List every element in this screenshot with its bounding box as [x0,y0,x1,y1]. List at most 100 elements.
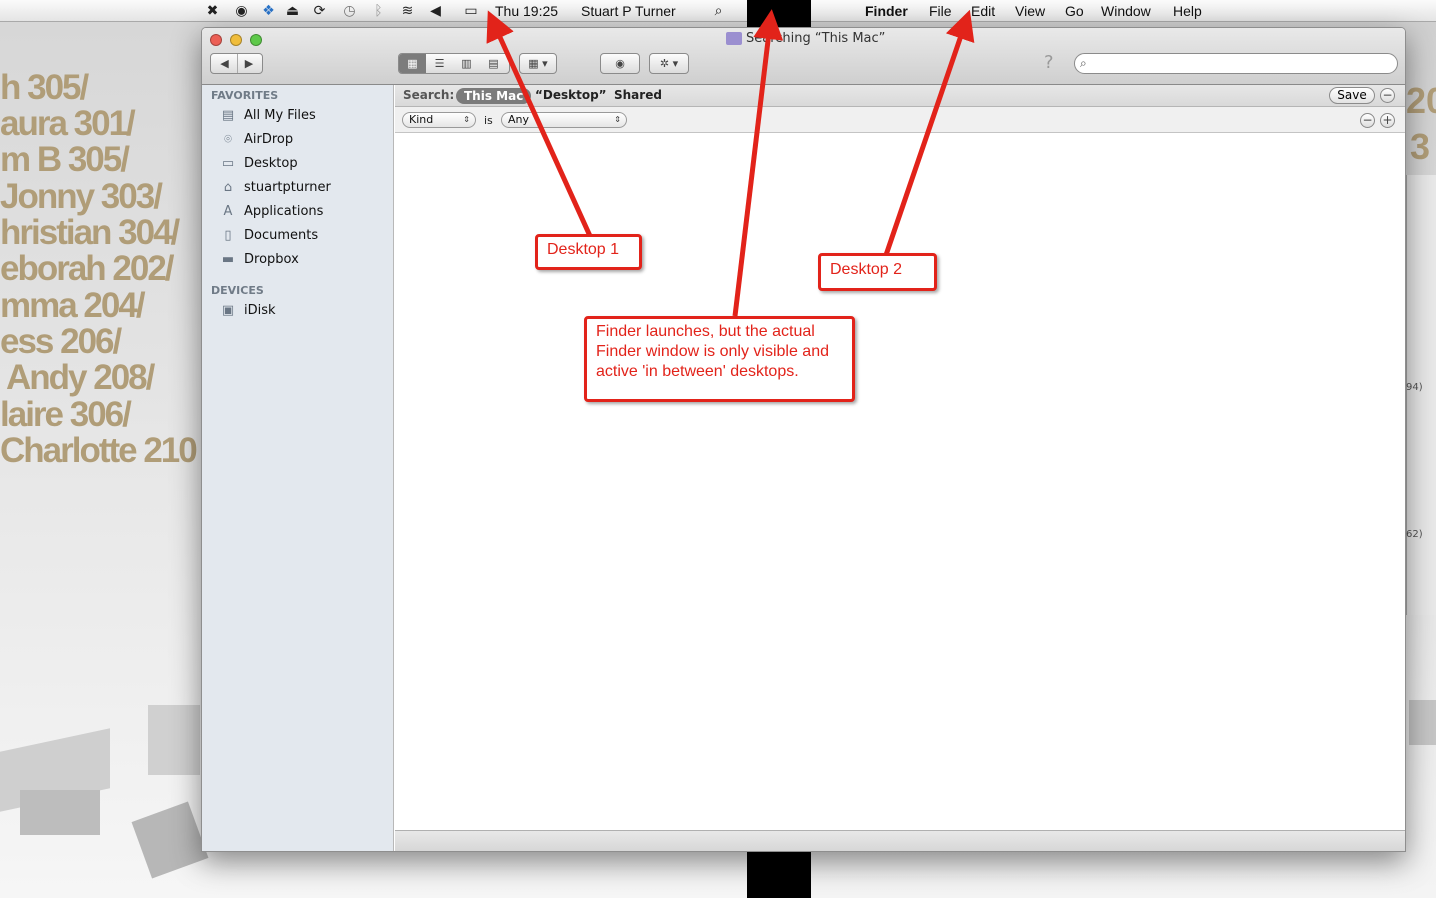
view-mode-buttons[interactable]: ▦ ☰ ▥ ▤ [398,53,510,74]
app-menu-finder[interactable]: Finder [865,0,908,22]
smart-folder-icon [726,32,742,45]
callout-desktop-1: Desktop 1 [535,234,642,270]
wallpaper-block [1409,700,1436,745]
list-view-icon[interactable]: ☰ [426,54,453,73]
window-title: Searching “This Mac” [746,31,886,46]
home-icon: ⌂ [223,180,233,195]
bluetooth-icon[interactable]: ᛒ [370,3,387,19]
background-window-text: 94) [1406,382,1423,393]
sidebar-item-label: AirDrop [244,132,294,147]
favorites-heading: FAVORITES [211,89,279,102]
close-window-button[interactable] [210,34,222,46]
arrange-icon: ▦ ▾ [528,57,548,70]
scope-this-mac[interactable]: This Mac [456,88,532,104]
sidebar-item-label: stuartpturner [244,180,331,195]
wallpaper-name: aura 301/ [0,104,136,143]
all-files-icon: ▤ [221,108,235,123]
battery-icon[interactable]: ▭ [460,3,482,19]
sidebar-item-label: All My Files [244,108,316,123]
sidebar-item-label: Applications [244,204,324,219]
help-icon[interactable]: ? [1044,52,1054,73]
wallpaper-name: eborah 202/ [0,249,175,288]
sync-icon[interactable]: ⟳ [311,3,328,19]
save-search-button[interactable]: Save [1329,87,1375,104]
quick-look-button[interactable]: ◉ [600,53,640,74]
sidebar-item-label: iDisk [244,303,276,318]
callout-note-line: Finder window is only visible and [596,343,829,360]
menu-view[interactable]: View [1015,0,1045,22]
wallpaper-name: Jonny 303/ [0,177,163,216]
forward-icon[interactable]: ▶ [236,54,261,73]
time-machine-icon[interactable]: ◷ [341,3,358,19]
search-criteria-row: Kind ⇕ is Any ⇕ − + [395,107,1405,133]
sidebar-item-applications[interactable]: A Applications [219,203,389,223]
minimize-window-button[interactable] [230,34,242,46]
wallpaper-name: 3 [1410,126,1431,167]
back-forward-buttons[interactable]: ◀ ▶ [210,53,263,74]
desktop-icon: ▭ [221,156,235,171]
menubar-clock[interactable]: Thu 19:25 [495,0,558,22]
updown-arrows-icon: ⇕ [463,115,470,124]
spotlight-icon[interactable]: ⌕ [710,3,727,19]
wallpaper-block [131,801,209,879]
eject-icon[interactable]: ⏏ [284,3,301,19]
remove-search-icon[interactable]: − [1380,88,1395,103]
wallpaper-name: m B 305/ [0,140,130,179]
callout-note-line: active 'in between' desktops. [596,363,799,380]
icon-view-icon[interactable]: ▦ [399,54,426,73]
search-field[interactable]: ⌕ [1074,53,1398,74]
apple-icon[interactable] [830,3,847,19]
menu-edit[interactable]: Edit [971,0,995,22]
finder-titlebar: Searching “This Mac” ◀ ▶ ▦ ☰ ▥ ▤ ▦ ▾ ◉ ✲ ▾ ?… [202,28,1405,85]
menubar-desktop-2: Finder File Edit View Go Window Help [811,0,1436,22]
sidebar-item-all-my-files[interactable]: ▤ All My Files [219,107,389,127]
volume-icon[interactable]: ◀ [427,3,444,19]
webcam-icon[interactable]: ◉ [233,3,250,19]
wifi-icon[interactable]: ≋ [399,3,416,19]
sidebar-item-idisk[interactable]: ▣ iDisk [219,302,389,322]
criteria-value: Any [508,113,530,126]
sidebar-item-desktop[interactable]: ▭ Desktop [219,155,389,175]
search-scope-label: Search: [403,88,455,102]
remove-criteria-icon[interactable]: − [1360,113,1375,128]
menubar-user[interactable]: Stuart P Turner [581,0,676,22]
arrange-button[interactable]: ▦ ▾ [519,53,557,74]
column-view-icon[interactable]: ▥ [453,54,480,73]
scope-desktop[interactable]: “Desktop” [535,88,607,102]
dropbox-icon[interactable]: ❖ [260,3,277,19]
callout-note: Finder launches, but the actual Finder w… [584,316,855,402]
criteria-attribute-popup[interactable]: Kind ⇕ [402,112,476,128]
sidebar-item-label: Documents [244,228,319,243]
coverflow-view-icon[interactable]: ▤ [480,54,507,73]
background-window-edge [1406,175,1436,615]
action-button[interactable]: ✲ ▾ [649,53,689,74]
menu-window[interactable]: Window [1101,0,1151,22]
zoom-window-button[interactable] [250,34,262,46]
gear-icon: ✲ ▾ [659,57,679,70]
callout-note-line: Finder launches, but the actual [596,323,815,340]
wallpaper-name: h 305/ [0,68,89,107]
finder-window: Searching “This Mac” ◀ ▶ ▦ ☰ ▥ ▤ ▦ ▾ ◉ ✲ ▾ ?… [201,27,1406,852]
wallpaper-name: laire 306/ [0,395,132,434]
menu-file[interactable]: File [929,0,952,22]
sidebar-item-label: Desktop [244,156,298,171]
sidebar-item-dropbox[interactable]: ▬ Dropbox [219,251,389,271]
search-scope-bar: Search: This Mac “Desktop” Shared Save − [395,85,1405,107]
sidebar-item-home[interactable]: ⌂ stuartpturner [219,179,389,199]
applications-icon: A [223,204,233,219]
scope-shared[interactable]: Shared [614,88,662,102]
sidebar-item-documents[interactable]: ▯ Documents [219,227,389,247]
xmark-circle-icon[interactable]: ✖ [204,3,221,19]
sidebar-item-airdrop[interactable]: ⌾ AirDrop [219,131,389,151]
documents-icon: ▯ [224,228,232,243]
sidebar-item-label: Dropbox [244,252,299,267]
menu-go[interactable]: Go [1065,0,1084,22]
menu-help[interactable]: Help [1173,0,1202,22]
wallpaper-block [148,705,200,775]
callout-desktop-2: Desktop 2 [818,253,937,291]
back-icon[interactable]: ◀ [213,54,237,73]
criteria-value-popup[interactable]: Any ⇕ [501,112,627,128]
updown-arrows-icon: ⇕ [614,115,621,124]
add-criteria-icon[interactable]: + [1380,113,1395,128]
wallpaper-name: hristian 304/ [0,213,180,252]
